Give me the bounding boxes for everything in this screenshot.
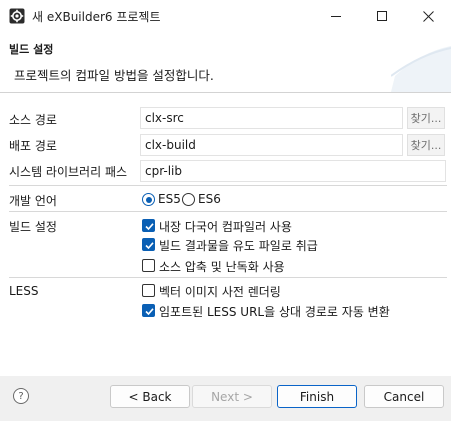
page-title: 빌드 설정 xyxy=(9,43,54,56)
divider xyxy=(9,277,447,278)
es5-radio-label[interactable]: ES5 xyxy=(158,192,181,206)
treat-output-derived-checkbox[interactable] xyxy=(142,238,155,251)
title-bar: 새 eXBuilder6 프로젝트 xyxy=(0,0,451,32)
vector-prerender-label[interactable]: 벡터 이미지 사전 렌더링 xyxy=(159,283,281,300)
build-settings-label: 빌드 설정 xyxy=(9,220,57,234)
checkmark-icon xyxy=(145,223,154,231)
source-path-browse-button[interactable]: 찾기... xyxy=(407,107,445,129)
banner-decoration xyxy=(391,46,451,92)
es6-radio[interactable] xyxy=(182,193,195,206)
less-url-relative-checkbox[interactable] xyxy=(142,304,155,317)
source-path-label: 소스 경로 xyxy=(9,113,57,127)
help-button[interactable]: ? xyxy=(13,388,29,404)
treat-output-derived-label[interactable]: 빌드 결과물을 유도 파일로 취급 xyxy=(159,237,318,254)
next-button[interactable]: Next > xyxy=(192,385,272,408)
less-label: LESS xyxy=(9,284,39,298)
system-library-path-label: 시스템 라이브러리 패스 xyxy=(9,165,128,179)
maximize-icon xyxy=(377,11,387,21)
system-library-path-input[interactable] xyxy=(140,160,446,182)
dev-language-label: 개발 언어 xyxy=(9,194,57,208)
builtin-i18n-compiler-checkbox[interactable] xyxy=(142,219,155,232)
maximize-button[interactable] xyxy=(359,0,405,32)
close-icon xyxy=(422,10,434,22)
less-url-relative-label[interactable]: 임포트된 LESS URL을 상대 경로로 자동 변환 xyxy=(159,303,390,320)
minify-obfuscate-label[interactable]: 소스 압축 및 난독화 사용 xyxy=(159,258,285,275)
settings-form: 소스 경로 찾기... 배포 경로 찾기... 시스템 라이브러리 패스 개발 … xyxy=(0,93,451,376)
cancel-button[interactable]: Cancel xyxy=(364,385,444,408)
source-path-input[interactable] xyxy=(140,107,403,129)
page-description: 프로젝트의 컴파일 방법을 설정합니다. xyxy=(14,68,214,83)
es5-radio[interactable] xyxy=(142,193,155,206)
minify-obfuscate-checkbox[interactable] xyxy=(142,259,155,272)
checkmark-icon xyxy=(145,242,154,250)
minimize-icon xyxy=(331,16,341,17)
checkmark-icon xyxy=(145,308,154,316)
close-button[interactable] xyxy=(405,0,451,32)
deploy-path-label: 배포 경로 xyxy=(9,139,57,153)
divider xyxy=(9,211,447,212)
button-bar: ? < Back Next > Finish Cancel xyxy=(0,376,451,421)
gear-icon xyxy=(9,8,25,24)
vector-prerender-checkbox[interactable] xyxy=(142,284,155,297)
deploy-path-browse-button[interactable]: 찾기... xyxy=(407,134,445,156)
es6-radio-label[interactable]: ES6 xyxy=(198,192,221,206)
finish-button[interactable]: Finish xyxy=(277,385,357,408)
deploy-path-input[interactable] xyxy=(140,134,403,156)
minimize-button[interactable] xyxy=(313,0,359,32)
window-title: 새 eXBuilder6 프로젝트 xyxy=(32,10,161,24)
back-button[interactable]: < Back xyxy=(110,385,190,408)
divider xyxy=(9,185,447,186)
builtin-i18n-compiler-label[interactable]: 내장 다국어 컴파일러 사용 xyxy=(159,218,292,235)
wizard-header: 빌드 설정 프로젝트의 컴파일 방법을 설정합니다. xyxy=(0,32,451,92)
